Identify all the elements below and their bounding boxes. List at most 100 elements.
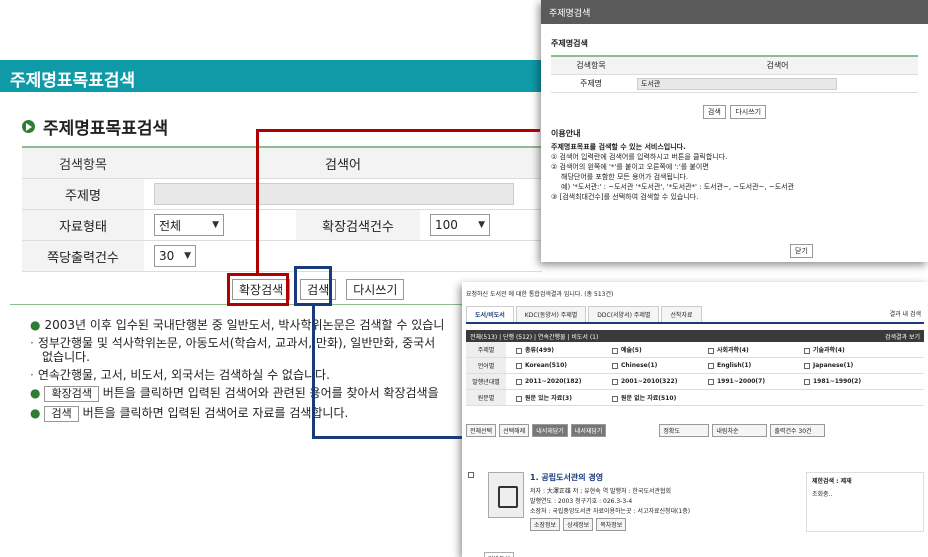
facet-grid: 주제별 총류(499) 예술(5) 사회과학(4) 기술과학(4) 언어별 Ko…: [466, 342, 924, 406]
order-select[interactable]: 내림차순: [712, 424, 768, 437]
per-page-row: 쪽당출력건수 30 ▼: [22, 241, 542, 272]
bullet-icon: ●: [30, 406, 41, 420]
bullet-icon: ●: [30, 318, 41, 332]
col-field-header: 검색항목: [59, 157, 107, 173]
info-text: 2003년 이후 입수된 국내단행본 중 일반도서, 박사학위논문은 검색할 수…: [44, 318, 445, 332]
save-library-button[interactable]: 내서재담기: [532, 424, 568, 437]
page-header: 주제명표목표검색: [0, 60, 560, 92]
search-in-results[interactable]: 결과 내 검색: [887, 306, 924, 322]
type-select-value: 전체: [159, 218, 182, 233]
tab-ddc[interactable]: DDC(서양서) 주제별: [588, 306, 660, 322]
search-form: 검색항목 검색어 주제명 자료형태 전체 ▼ 확장검색건수 100 ▼ 쪽당출력…: [22, 146, 542, 272]
screenshot-stage: 주제명표목표검색 주제명표목표검색 검색항목 검색어 주제명 자료형태 전체 ▼…: [0, 0, 928, 557]
checkbox-icon: [516, 362, 522, 369]
facet-item[interactable]: 사회과학(4): [708, 345, 804, 354]
facet-item[interactable]: Korean(510): [516, 362, 612, 369]
popup-header-row: 검색항목 검색어: [551, 57, 918, 75]
tab-kdc[interactable]: KDC(동양서) 주제별: [515, 306, 587, 322]
section-title: 주제명표목표검색: [22, 114, 168, 139]
popup-reset-button[interactable]: 다시쓰기: [730, 105, 767, 119]
checkbox-icon: [612, 347, 618, 354]
facet-text: 기술과학(4): [813, 347, 845, 354]
blue-connector-horizontal: [312, 436, 462, 439]
facet-label: 발행년대별: [466, 374, 506, 389]
type-select[interactable]: 전체 ▼: [154, 214, 224, 236]
facet-text: Korean(510): [525, 362, 568, 369]
expand-count-value: 100: [435, 218, 458, 232]
deselect-button[interactable]: 선택해제: [499, 424, 530, 437]
facet-item[interactable]: 2011~2020(182): [516, 378, 612, 385]
popup-search-button[interactable]: 검색: [702, 105, 726, 119]
checkbox-icon: [516, 395, 522, 402]
popup-close-button[interactable]: 닫기: [790, 244, 813, 258]
expand-count-label: 확장검색건수: [296, 210, 420, 240]
expand-count-select[interactable]: 100 ▼: [430, 214, 490, 236]
facet-text: English(1): [717, 362, 752, 369]
results-summary: 요청하신 도서관 에 대한 통합검색결과 입니다. (총 513건): [466, 291, 614, 298]
facet-text: Chinese(1): [621, 362, 658, 369]
select-all-button[interactable]: 전체선택: [466, 424, 497, 437]
facet-item[interactable]: 기술과학(4): [804, 345, 900, 354]
facet-label: 원문별: [466, 390, 506, 405]
checkbox-icon: [516, 378, 522, 385]
facet-item[interactable]: Chinese(1): [612, 362, 708, 369]
facet-item[interactable]: 예술(5): [612, 345, 708, 354]
checkbox-icon: [804, 347, 810, 354]
guide-line: 해당단어를 포함한 모든 용어가 검색됩니다.: [561, 173, 689, 181]
col-keyword-header: 검색어: [325, 157, 361, 173]
info-text: 연속간행물, 고서, 비도서, 외국서는 검색하실 수 없습니다.: [37, 368, 330, 382]
info-search-button[interactable]: 검색: [44, 406, 79, 422]
facet-item[interactable]: 2001~2010(322): [612, 378, 708, 385]
checkbox-icon: [804, 378, 810, 385]
per-page-select-results[interactable]: 출력건수 30건: [770, 424, 826, 437]
checkbox-icon: [708, 362, 714, 369]
info-text: 버튼을 클릭하면 입력된 검색어와 관련된 용어를 찾아서 확장검색을: [102, 386, 439, 400]
facet-item[interactable]: 1991~2000(7): [708, 378, 804, 385]
item-type-badge: 일반도서: [484, 552, 515, 557]
filter-more-button[interactable]: 검색결과 보기: [885, 332, 920, 341]
popup-subject-label: 주제명: [551, 75, 631, 92]
checkbox-icon: [612, 378, 618, 385]
detail-info-button[interactable]: 상세정보: [563, 518, 594, 531]
facet-text: 예술(5): [621, 347, 642, 354]
bullet-icon: ·: [30, 336, 34, 350]
subject-label: 주제명: [22, 179, 144, 209]
info-text: 없습니다.: [42, 350, 90, 364]
reset-button[interactable]: 다시쓰기: [346, 279, 405, 300]
facet-item[interactable]: 원문 없는 자료(510): [612, 393, 708, 402]
facet-text: 1991~2000(7): [717, 378, 766, 385]
sort-select[interactable]: 정확도: [659, 424, 710, 437]
checkbox-icon: [612, 395, 618, 402]
guide-line: ② 검색어의 왼쪽에 '*'를 붙이고 오른쪽에 ':'를 붙이면: [551, 163, 709, 171]
facet-label: 주제별: [466, 342, 506, 357]
per-page-select[interactable]: 30 ▼: [154, 245, 196, 267]
facet-text: 2001~2010(322): [621, 378, 678, 385]
info-line: ● 검색 버튼을 클릭하면 입력된 검색어로 자료를 검색합니다.: [30, 406, 470, 422]
per-page-label: 쪽당출력건수: [22, 241, 144, 271]
facet-label: 언어별: [466, 358, 506, 373]
facet-item[interactable]: 1981~1990(2): [804, 378, 900, 385]
subject-input[interactable]: [154, 183, 514, 205]
tab-books[interactable]: 도서/비도서: [466, 306, 514, 322]
item-title[interactable]: 1. 공립도서관의 경영: [530, 472, 603, 483]
guide-line: ③ [검색최대건수]를 선택하여 검색할 수 있습니다.: [551, 193, 699, 201]
popup-title: 주제명검색: [551, 39, 588, 48]
save-library-button-2[interactable]: 내서재담기: [570, 424, 607, 437]
facet-text: 총류(499): [525, 347, 555, 354]
checkbox-icon[interactable]: [468, 472, 474, 478]
facet-item[interactable]: English(1): [708, 362, 804, 369]
results-tabs: 도서/비도서 KDC(동양서) 주제별 DDC(서양서) 주제별 선착자료 결과…: [466, 306, 924, 324]
facet-item[interactable]: Japanese(1): [804, 362, 900, 369]
facet-text: 원문 있는 자료(3): [525, 395, 572, 402]
checkbox-icon: [516, 347, 522, 354]
popup-subject-input[interactable]: 도서관: [637, 77, 837, 90]
expand-highlight-box: [227, 273, 289, 306]
tab-preselected[interactable]: 선착자료: [661, 306, 702, 322]
guide-head: 주제명표목표를 검색할 수 있는 서비스입니다.: [551, 143, 686, 151]
info-expand-button[interactable]: 확장검색: [44, 386, 99, 402]
facet-item[interactable]: 총류(499): [516, 345, 612, 354]
toc-info-button[interactable]: 목차정보: [596, 518, 627, 531]
item-buttons: 소장정보 상세정보 목차정보: [530, 518, 627, 531]
facet-item[interactable]: 원문 있는 자료(3): [516, 393, 612, 402]
holding-info-button[interactable]: 소장정보: [530, 518, 561, 531]
